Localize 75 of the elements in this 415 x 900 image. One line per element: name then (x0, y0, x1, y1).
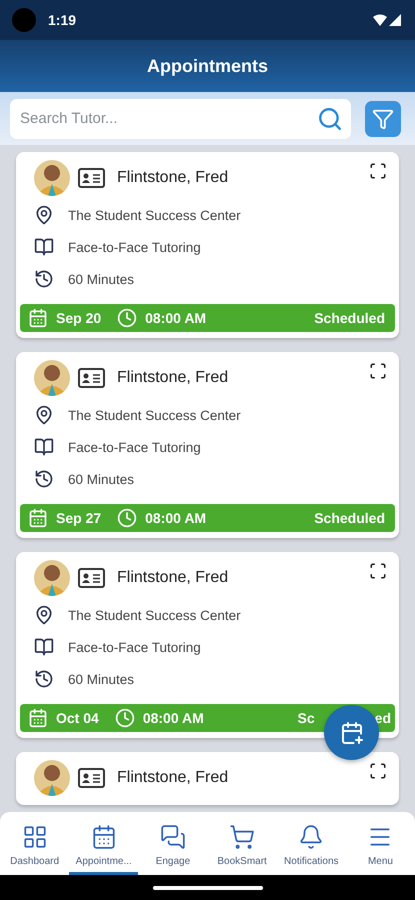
calendar-icon (28, 508, 48, 528)
appointment-status: Scheduled (314, 310, 385, 326)
appointment-date: Sep 20 (56, 310, 102, 326)
nav-tab[interactable]: Menu (346, 812, 415, 875)
wifi-icon (373, 14, 387, 26)
location-pin-icon (34, 205, 54, 225)
appointment-card[interactable]: Flintstone, Fred The Student Success Center Face-to-Face Tutoring 60 Minutes Sep 20 08:00 AM Scheduled (16, 152, 399, 338)
nav-tab[interactable]: Engage (138, 812, 208, 875)
expand-icon[interactable] (369, 162, 387, 180)
camera-cutout (12, 8, 36, 32)
cart-icon (229, 824, 256, 850)
clock-icon (117, 508, 138, 528)
location-pin-icon (34, 405, 54, 425)
nav-tab[interactable]: BookSmart (208, 812, 277, 875)
signal-icon (389, 14, 401, 26)
calendar-plus-icon (340, 720, 364, 744)
appointment-card[interactable]: Flintstone, Fred (16, 752, 399, 805)
history-icon (34, 469, 54, 489)
tutor-name: Flintstone, Fred (117, 369, 228, 387)
appointment-time: 08:00 AM (142, 710, 204, 726)
book-icon (34, 437, 54, 457)
location-text: The Student Success Center (68, 208, 241, 222)
chat-bubbles-icon (160, 824, 186, 850)
bell-icon (298, 824, 324, 850)
session-type: Face-to-Face Tutoring (68, 440, 201, 454)
avatar (34, 360, 70, 396)
expand-icon[interactable] (369, 562, 387, 580)
appointment-card[interactable]: Flintstone, Fred The Student Success Center Face-to-Face Tutoring 60 Minutes Sep 27 08:00 AM Scheduled (16, 352, 399, 538)
location-text: The Student Success Center (68, 408, 241, 422)
search-icon[interactable] (317, 106, 343, 132)
avatar (34, 560, 70, 596)
appointment-time: 08:00 AM (145, 510, 206, 526)
home-indicator[interactable] (152, 886, 262, 890)
id-card-icon (78, 768, 105, 788)
nav-tab[interactable]: Dashboard (0, 812, 70, 875)
tutor-name: Flintstone, Fred (117, 169, 228, 187)
appointment-date: Oct 04 (56, 710, 99, 726)
expand-icon[interactable] (369, 362, 387, 380)
id-card-icon (78, 368, 105, 388)
appointment-time: 08:00 AM (145, 310, 206, 326)
avatar (34, 760, 70, 796)
session-type: Face-to-Face Tutoring (68, 240, 201, 254)
grid-icon (22, 824, 48, 850)
avatar (34, 160, 70, 196)
appointment-status: ed (374, 710, 391, 726)
duration-text: 60 Minutes (68, 672, 134, 686)
search-field[interactable]: Search Tutor... (10, 98, 351, 138)
appointment-status: Sc (298, 710, 315, 726)
id-card-icon (78, 568, 105, 588)
tutor-name: Flintstone, Fred (117, 769, 228, 787)
tutor-name: Flintstone, Fred (117, 569, 228, 587)
expand-icon[interactable] (369, 762, 387, 780)
history-icon (34, 669, 54, 689)
filter-icon (372, 108, 394, 130)
clock-icon (117, 308, 138, 328)
status-time: 1:19 (48, 12, 78, 28)
book-icon (34, 637, 54, 657)
location-pin-icon (34, 605, 54, 625)
appointment-date: Sep 27 (56, 510, 102, 526)
appointment-status: Scheduled (314, 510, 385, 526)
appointment-card[interactable]: Flintstone, Fred The Student Success Center Face-to-Face Tutoring 60 Minutes Oct 04 08:00 AM Sc ed (16, 552, 399, 738)
duration-text: 60 Minutes (68, 472, 134, 486)
book-icon (34, 237, 54, 257)
nav-tab[interactable]: Notifications (276, 812, 346, 875)
filter-button[interactable] (365, 100, 401, 136)
calendar-icon (28, 308, 48, 328)
id-card-icon (78, 168, 105, 188)
location-text: The Student Success Center (68, 608, 241, 622)
duration-text: 60 Minutes (68, 272, 134, 286)
history-icon (34, 269, 54, 289)
session-type: Face-to-Face Tutoring (68, 640, 201, 654)
page-title: Appointments (147, 56, 268, 76)
calendar-icon (28, 708, 48, 728)
calendar-icon (90, 824, 117, 850)
clock-icon (114, 708, 135, 728)
